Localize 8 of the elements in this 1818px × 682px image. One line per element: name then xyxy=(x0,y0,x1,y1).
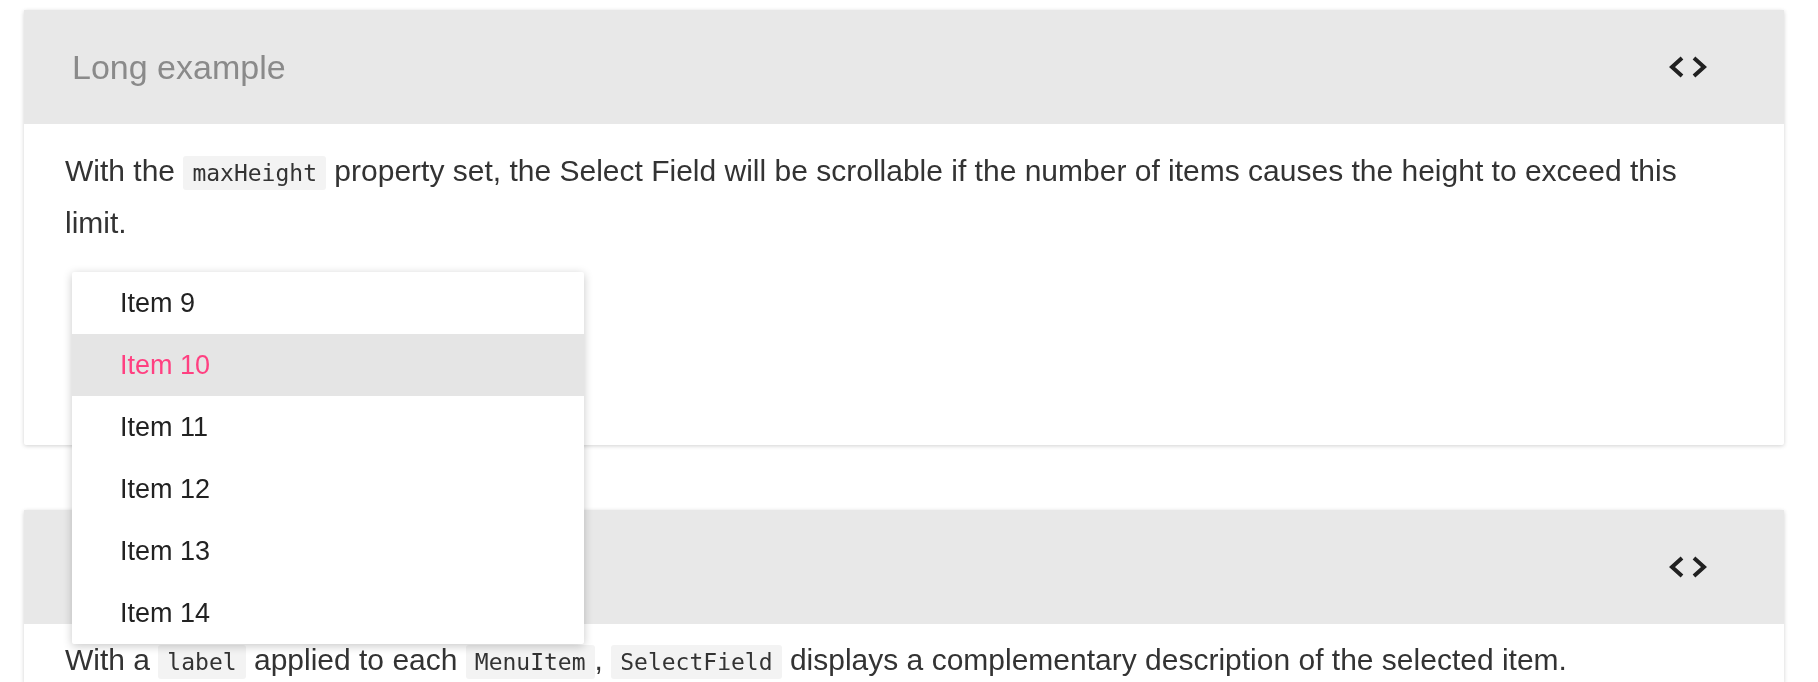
menu-item[interactable]: Item 12 xyxy=(72,458,584,520)
menu-item[interactable]: Item 11 xyxy=(72,396,584,458)
menu-item[interactable]: Item 13 xyxy=(72,520,584,582)
description-text: With the maxHeight property set, the Select Field will be scrollable if the number of items causes the height to exceed this limit. xyxy=(65,153,1678,241)
card-title: Long example xyxy=(72,47,286,87)
menu-item[interactable]: Item 9 xyxy=(72,272,584,334)
code-icon[interactable] xyxy=(1668,55,1708,79)
code-icon[interactable] xyxy=(1668,555,1708,579)
